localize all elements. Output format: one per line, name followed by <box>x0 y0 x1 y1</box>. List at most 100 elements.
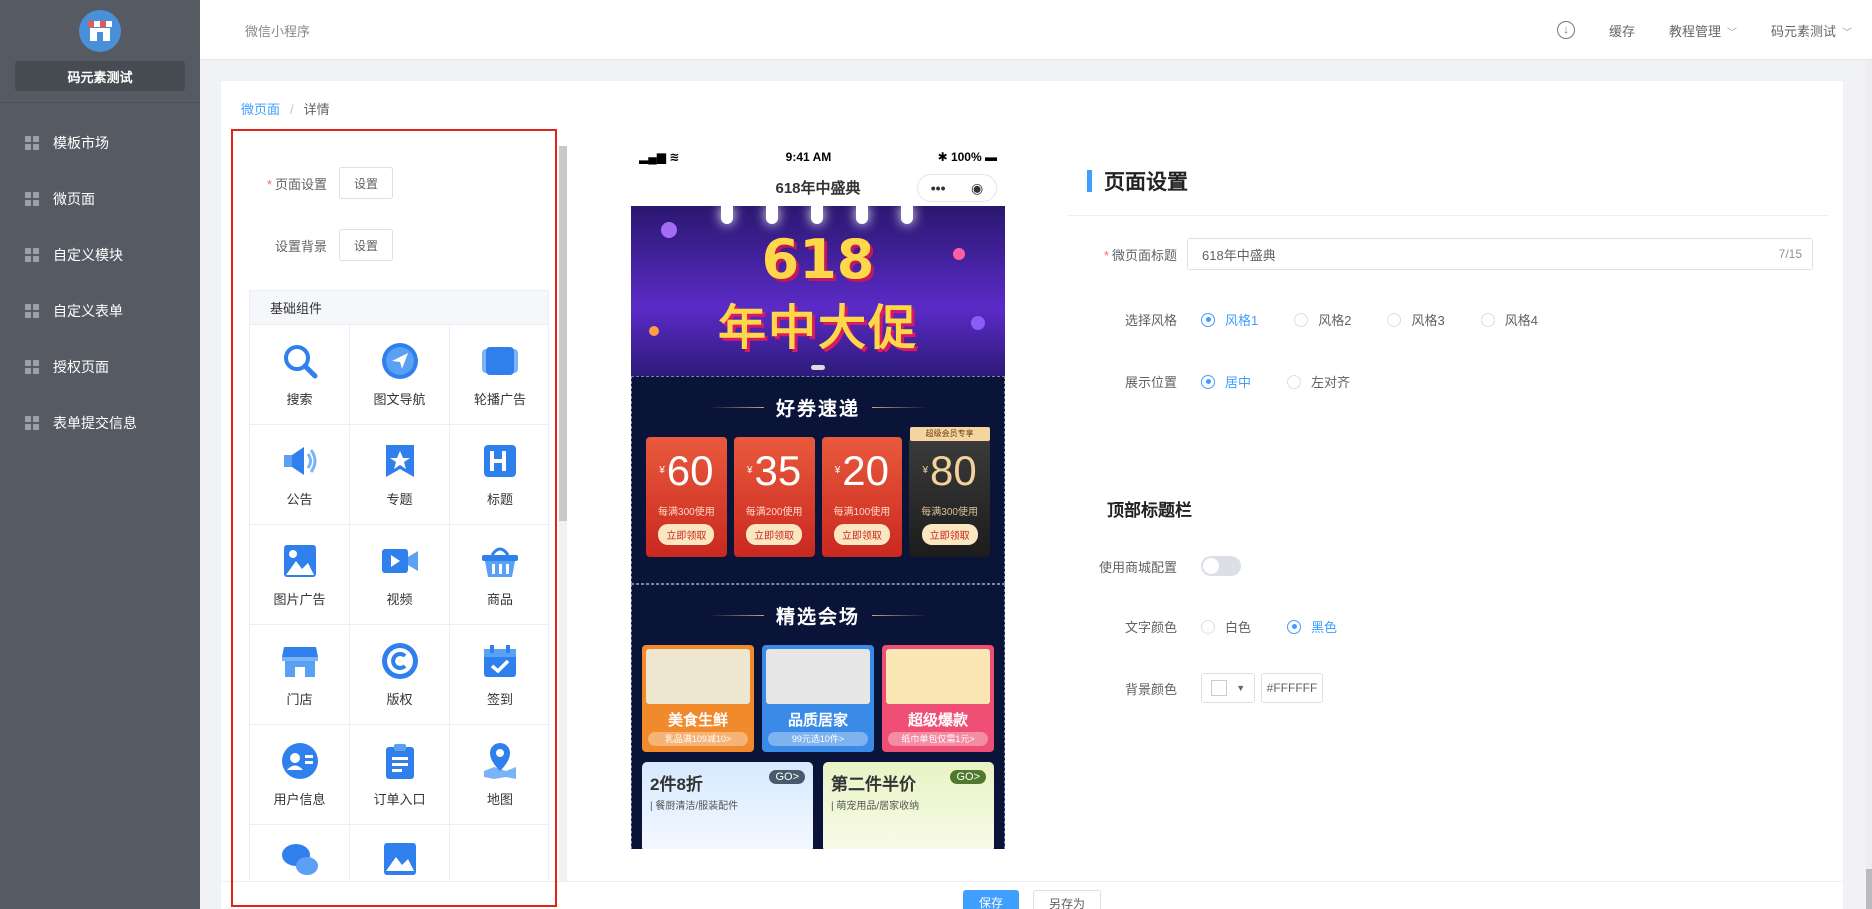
component-search[interactable]: 搜索 <box>250 325 350 425</box>
bg-settings-row: 设置背景 设置 <box>259 228 549 262</box>
scrollbar-thumb[interactable] <box>559 146 567 521</box>
component-label: 图片广告 <box>273 592 326 607</box>
component-label: 版权 <box>386 692 413 707</box>
sidebar-item-custom-module[interactable]: 自定义模块 <box>0 227 200 283</box>
promo-subtitle: | 萌宠用品/居家收纳 <box>831 801 920 812</box>
coupon-claim-button[interactable]: 立即领取 <box>921 524 978 545</box>
component-notice[interactable]: 公告 <box>250 425 350 525</box>
style-radio-3[interactable]: 风格3 <box>1387 310 1445 329</box>
download-icon[interactable]: ↓ <box>1556 21 1575 39</box>
user-icon <box>281 743 318 779</box>
bg-settings-label: 设置背景 <box>274 238 327 254</box>
tutorial-menu-label: 教程管理 <box>1668 23 1721 39</box>
promo-go-button[interactable]: GO> <box>769 770 805 784</box>
phone-status-bar: ▂▄▆ ≋ 9:41 AM ✱ 100% ▬ <box>631 146 1005 168</box>
coupon-claim-button[interactable]: 立即领取 <box>833 524 890 545</box>
style-radio-4[interactable]: 风格4 <box>1480 310 1538 329</box>
radio-icon <box>1287 374 1302 389</box>
close-target-icon[interactable]: ◉ <box>971 180 983 197</box>
sidebar-item-template-market[interactable]: 模板市场 <box>0 115 200 171</box>
sidebar-item-form-submissions[interactable]: 表单提交信息 <box>0 395 200 451</box>
venue-card[interactable]: 美食生鲜 乳品满109减10> <box>642 645 754 752</box>
venue-card[interactable]: 超级爆款 纸巾单包仅需1元> <box>882 645 994 752</box>
position-radio-left[interactable]: 左对齐 <box>1287 372 1350 391</box>
coupon-card-vip[interactable]: 超级会员专享 ¥80 每满300使用 立即领取 <box>909 427 990 557</box>
promo-card[interactable]: 2件8折 | 餐厨清洁/服装配件 GO> <box>642 762 813 849</box>
component-label: 视频 <box>386 592 413 607</box>
component-user-info[interactable]: 用户信息 <box>250 725 350 825</box>
sidebar-item-micro-page[interactable]: 微页面 <box>0 171 200 227</box>
breadcrumb-link[interactable]: 微页面 <box>241 102 280 117</box>
component-nav[interactable]: 图文导航 <box>350 325 450 425</box>
coupon-claim-button[interactable]: 立即领取 <box>746 524 803 545</box>
promo-card[interactable]: 第二件半价 | 萌宠用品/居家收纳 GO> <box>823 762 994 849</box>
component-copyright[interactable]: 版权 <box>350 625 450 725</box>
page-title-label: * 微页面标题 <box>1103 247 1177 263</box>
page-settings-button[interactable]: 设置 <box>339 167 394 199</box>
component-order-entry[interactable]: 订单入口 <box>350 725 450 825</box>
carousel-indicator[interactable] <box>811 365 825 370</box>
component-heading[interactable]: 标题 <box>450 425 549 525</box>
page-scrollbar[interactable] <box>1866 60 1872 909</box>
component-panel-scrollbar[interactable] <box>559 146 567 906</box>
component-grid: 搜索 图文导航 轮播广告 公告 专题 标题 图片广告 视频 商品 门店 版权 签… <box>250 325 549 906</box>
component-carousel[interactable]: 轮播广告 <box>450 325 549 425</box>
component-image-ad[interactable]: 图片广告 <box>250 525 350 625</box>
component-store[interactable]: 门店 <box>250 625 350 725</box>
page-title-value: 618年中盛典 <box>1202 247 1276 263</box>
use-mall-config-switch[interactable] <box>1201 556 1241 576</box>
save-as-button[interactable]: 另存为 <box>1033 890 1101 909</box>
tutorial-menu[interactable]: 教程管理 ﹀ <box>1669 21 1737 40</box>
sidebar-item-custom-form[interactable]: 自定义表单 <box>0 283 200 339</box>
coupon-card[interactable]: ¥60 每满300使用 立即领取 <box>646 437 727 557</box>
settings-header: 页面设置 <box>1067 146 1829 216</box>
promo-go-button[interactable]: GO> <box>950 770 986 784</box>
component-topic[interactable]: 专题 <box>350 425 450 525</box>
style-radio-2[interactable]: 风格2 <box>1294 310 1351 329</box>
venue-subtitle: 纸巾单包仅需1元> <box>888 732 988 746</box>
coupon-card[interactable]: ¥35 每满200使用 立即领取 <box>733 437 815 557</box>
banner-carousel[interactable]: 618 年中大促 <box>631 206 1005 376</box>
battery-text: 100% <box>950 150 982 164</box>
color-swatch <box>1210 680 1227 696</box>
position-label: 展示位置 <box>1124 375 1177 390</box>
bg-color-value[interactable]: #FFFFFF <box>1261 673 1323 703</box>
bg-settings-button[interactable]: 设置 <box>339 229 394 261</box>
component-checkin[interactable]: 签到 <box>450 625 549 725</box>
coupon-claim-button[interactable]: 立即领取 <box>658 524 715 545</box>
page-title-row: * 微页面标题 618年中盛典 7/15 <box>1067 238 1813 270</box>
component-map[interactable]: 地图 <box>450 725 549 825</box>
shop-name[interactable]: 码元素测试 <box>15 61 185 91</box>
component-goods[interactable]: 商品 <box>450 525 549 625</box>
coupon-card[interactable]: ¥20 每满100使用 立即领取 <box>821 437 903 557</box>
title-line <box>707 406 764 408</box>
radio-icon <box>1201 374 1215 389</box>
save-button[interactable]: 保存 <box>963 890 1019 909</box>
phone-page-title: 618年中盛典 <box>775 179 861 197</box>
mini-program-capsule[interactable]: ••• ◉ <box>917 174 997 202</box>
page-scrollbar-thumb[interactable] <box>1866 869 1872 909</box>
position-radio-center[interactable]: 居中 <box>1201 372 1251 391</box>
sidebar-item-auth-page[interactable]: 授权页面 <box>0 339 200 395</box>
component-video[interactable]: 视频 <box>350 525 450 625</box>
grid-icon <box>25 248 39 262</box>
style-radio-1[interactable]: 风格1 <box>1201 310 1258 329</box>
grid-icon <box>25 416 39 430</box>
cache-link[interactable]: 缓存 <box>1609 21 1635 40</box>
text-color-black[interactable]: 黑色 <box>1287 617 1337 636</box>
user-menu[interactable]: 码元素测试 ﹀ <box>1771 21 1852 40</box>
position-row: 展示位置 居中 左对齐 <box>1067 372 1372 391</box>
venue-card[interactable]: 品质居家 99元选10件> <box>762 645 874 752</box>
component-label: 图文导航 <box>373 392 426 407</box>
sidebar-item-label: 自定义模块 <box>53 247 123 263</box>
settings-panel: 页面设置 * 微页面标题 618年中盛典 7/15 选择风格 风格1 风格2 风格… <box>1067 146 1829 906</box>
more-icon[interactable]: ••• <box>931 180 946 196</box>
venue-subtitle: 乳品满109减10> <box>648 732 748 746</box>
page-title-input[interactable]: 618年中盛典 7/15 <box>1187 238 1813 270</box>
banner-headline: 年中大促 <box>717 302 918 355</box>
bg-color-picker[interactable]: ▼ <box>1201 673 1255 703</box>
venue-name: 品质居家 <box>787 712 848 729</box>
clipboard-icon <box>385 744 414 779</box>
text-color-white[interactable]: 白色 <box>1201 617 1251 636</box>
text-color-row: 文字颜色 白色 黑色 <box>1067 617 1359 636</box>
